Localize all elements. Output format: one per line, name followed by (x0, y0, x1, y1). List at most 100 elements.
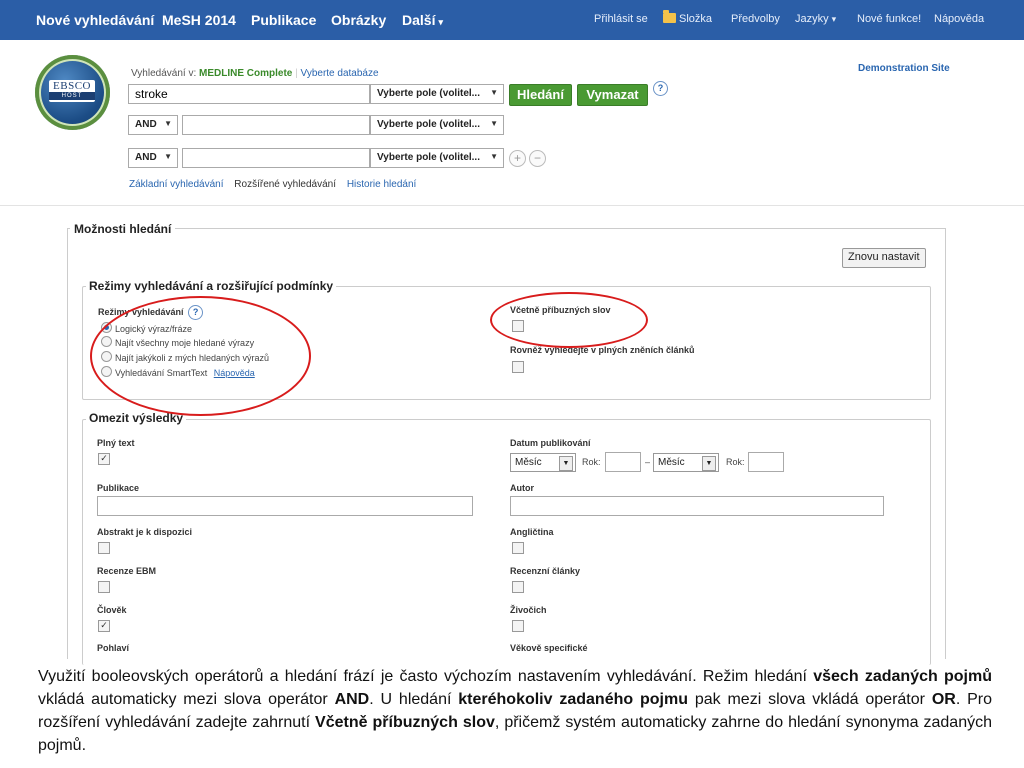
english-label: Angličtina (510, 527, 554, 537)
modes-label-text: Režimy vyhledávání (98, 307, 184, 317)
modes-help-link[interactable]: Nápověda (214, 368, 255, 378)
nav-sign-in[interactable]: Přihlásit se (594, 13, 648, 25)
fulltext-search-checkbox[interactable] (512, 361, 524, 373)
nav-preferences[interactable]: Předvolby (731, 13, 780, 25)
caption-p1: Využití booleovských operátorů a hledání… (38, 668, 814, 685)
related-words-checkbox[interactable] (512, 320, 524, 332)
operator-select-3-label: AND (135, 152, 157, 163)
mode-any-terms[interactable]: Najít jakýkoli z mých hledaných výrazů (101, 351, 269, 363)
chevron-down-icon: ▾ (438, 17, 443, 27)
caption-p3: . U hledání (369, 691, 459, 708)
chevron-down-icon: ▼ (490, 119, 498, 128)
operator-select-3[interactable]: AND ▼ (128, 148, 178, 168)
pubdate-from-month-label: Měsíc (515, 457, 542, 468)
abstract-label: Abstrakt je k dispozici (97, 527, 193, 537)
basic-search-link[interactable]: Základní vyhledávání (129, 179, 224, 190)
add-row-icon[interactable]: + (509, 150, 526, 167)
nav-languages[interactable]: Jazyky ▾ (795, 13, 836, 25)
chevron-down-icon: ▼ (164, 119, 172, 128)
help-icon[interactable]: ? (653, 81, 668, 96)
nav-publications[interactable]: Publikace (251, 12, 316, 28)
radio-icon (101, 336, 112, 347)
english-checkbox[interactable] (512, 542, 524, 554)
review-label: Recenzní články (510, 566, 581, 576)
database-prefix: Vyhledávání v: (131, 68, 197, 79)
nav-folder-label: Složka (679, 13, 713, 25)
top-nav-bar: Nové vyhledávání MeSH 2014 Publikace Obr… (0, 0, 1024, 40)
field-select-1-label: Vyberte pole (volitel... (377, 88, 480, 99)
nav-new-features[interactable]: Nové funkce! (857, 13, 921, 25)
author-input[interactable] (510, 496, 884, 516)
pubdate-to-year-label: Rok: (726, 457, 745, 467)
search-history-link[interactable]: Historie hledání (347, 179, 416, 190)
chevron-down-icon: ▼ (559, 456, 573, 471)
publication-input[interactable] (97, 496, 473, 516)
related-words-label: Včetně příbuzných slov (510, 305, 611, 315)
pubdate-from-month[interactable]: Měsíc ▼ (510, 453, 576, 472)
animal-label: Živočich (510, 605, 547, 615)
database-line: Vyhledávání v: MEDLINE Complete | Vybert… (131, 68, 379, 79)
human-label: Člověk (97, 605, 127, 615)
pubdate-label: Datum publikování (510, 438, 591, 448)
ebm-label: Recenze EBM (97, 566, 157, 576)
ebsco-host-logo[interactable]: EBSCO HOST (35, 55, 110, 130)
field-select-1[interactable]: Vyberte pole (volitel... ▼ (370, 84, 504, 104)
demo-site-label: Demonstration Site (858, 63, 950, 74)
abstract-checkbox[interactable] (98, 542, 110, 554)
choose-databases-link[interactable]: Vyberte databáze (301, 68, 379, 79)
help-icon[interactable]: ? (188, 305, 204, 320)
nav-help[interactable]: Nápověda (934, 13, 984, 25)
nav-mesh[interactable]: MeSH 2014 (162, 12, 236, 28)
caption-p2: vkládá automaticky mezi slova operátor (38, 691, 335, 708)
pubdate-to-month[interactable]: Měsíc ▼ (653, 453, 719, 472)
search-input-1[interactable]: stroke (128, 84, 370, 104)
field-select-3[interactable]: Vyberte pole (volitel... ▼ (370, 148, 504, 168)
operator-select-2[interactable]: AND ▼ (128, 115, 178, 135)
operator-select-2-label: AND (135, 119, 157, 130)
pubdate-from-year[interactable] (605, 452, 641, 472)
mode-any-terms-label: Najít jakýkoli z mých hledaných výrazů (115, 353, 270, 363)
fulltext-search-label: Rovněž vyhledejte v plných zněních článk… (510, 345, 695, 355)
search-button[interactable]: Hledání (509, 84, 572, 106)
radio-icon (101, 366, 112, 377)
field-select-2-label: Vyberte pole (volitel... (377, 119, 480, 130)
pubdate-to-year[interactable] (748, 452, 784, 472)
remove-row-icon[interactable]: − (529, 150, 546, 167)
search-input-3[interactable] (182, 148, 370, 168)
mode-boolean[interactable]: Logický výraz/fráze (101, 322, 192, 334)
nav-images[interactable]: Obrázky (331, 12, 386, 28)
fulltext-checkbox[interactable]: ✓ (98, 453, 110, 465)
divider (0, 205, 1024, 206)
radio-selected-icon (101, 322, 112, 333)
animal-checkbox[interactable] (512, 620, 524, 632)
field-select-2[interactable]: Vyberte pole (volitel... ▼ (370, 115, 504, 135)
nav-more[interactable]: Další ▾ (402, 12, 443, 28)
pubdate-to-month-label: Měsíc (658, 457, 685, 468)
caption-b1: všech zadaných pojmů (813, 668, 993, 685)
review-checkbox[interactable] (512, 581, 524, 593)
search-input-2[interactable] (182, 115, 370, 135)
publication-label: Publikace (97, 483, 140, 493)
nav-languages-label: Jazyky (795, 13, 829, 25)
logo-text-ebsco: EBSCO (53, 80, 91, 92)
caption-text: Využití booleovských operátorů a hledání… (38, 665, 992, 757)
radio-icon (101, 351, 112, 362)
pubdate-dash: – (645, 457, 651, 467)
nav-folder[interactable]: Složka (663, 10, 713, 25)
clear-button[interactable]: Vymazat (577, 84, 648, 106)
advanced-search-link[interactable]: Rozšířené vyhledávání (234, 179, 336, 190)
reset-button[interactable]: Znovu nastavit (842, 248, 926, 268)
ebm-checkbox[interactable] (98, 581, 110, 593)
age-label: Věkově specifické (510, 643, 588, 653)
search-options-title: Možnosti hledání (70, 222, 176, 236)
mode-all-terms[interactable]: Najít všechny moje hledané výrazy (101, 336, 254, 348)
mode-smarttext[interactable]: Vyhledávání SmartText Nápověda (101, 366, 255, 378)
nav-new-search[interactable]: Nové vyhledávání (36, 12, 154, 28)
modes-label: Režimy vyhledávání ? (98, 305, 204, 320)
caption-b5: Včetně příbuzných slov (315, 714, 495, 731)
chevron-down-icon: ▼ (164, 152, 172, 161)
modes-section-title: Režimy vyhledávání a rozšiřující podmínk… (86, 279, 337, 293)
caption-b4: OR (931, 691, 956, 708)
field-select-3-label: Vyberte pole (volitel... (377, 152, 480, 163)
human-checkbox[interactable]: ✓ (98, 620, 110, 632)
